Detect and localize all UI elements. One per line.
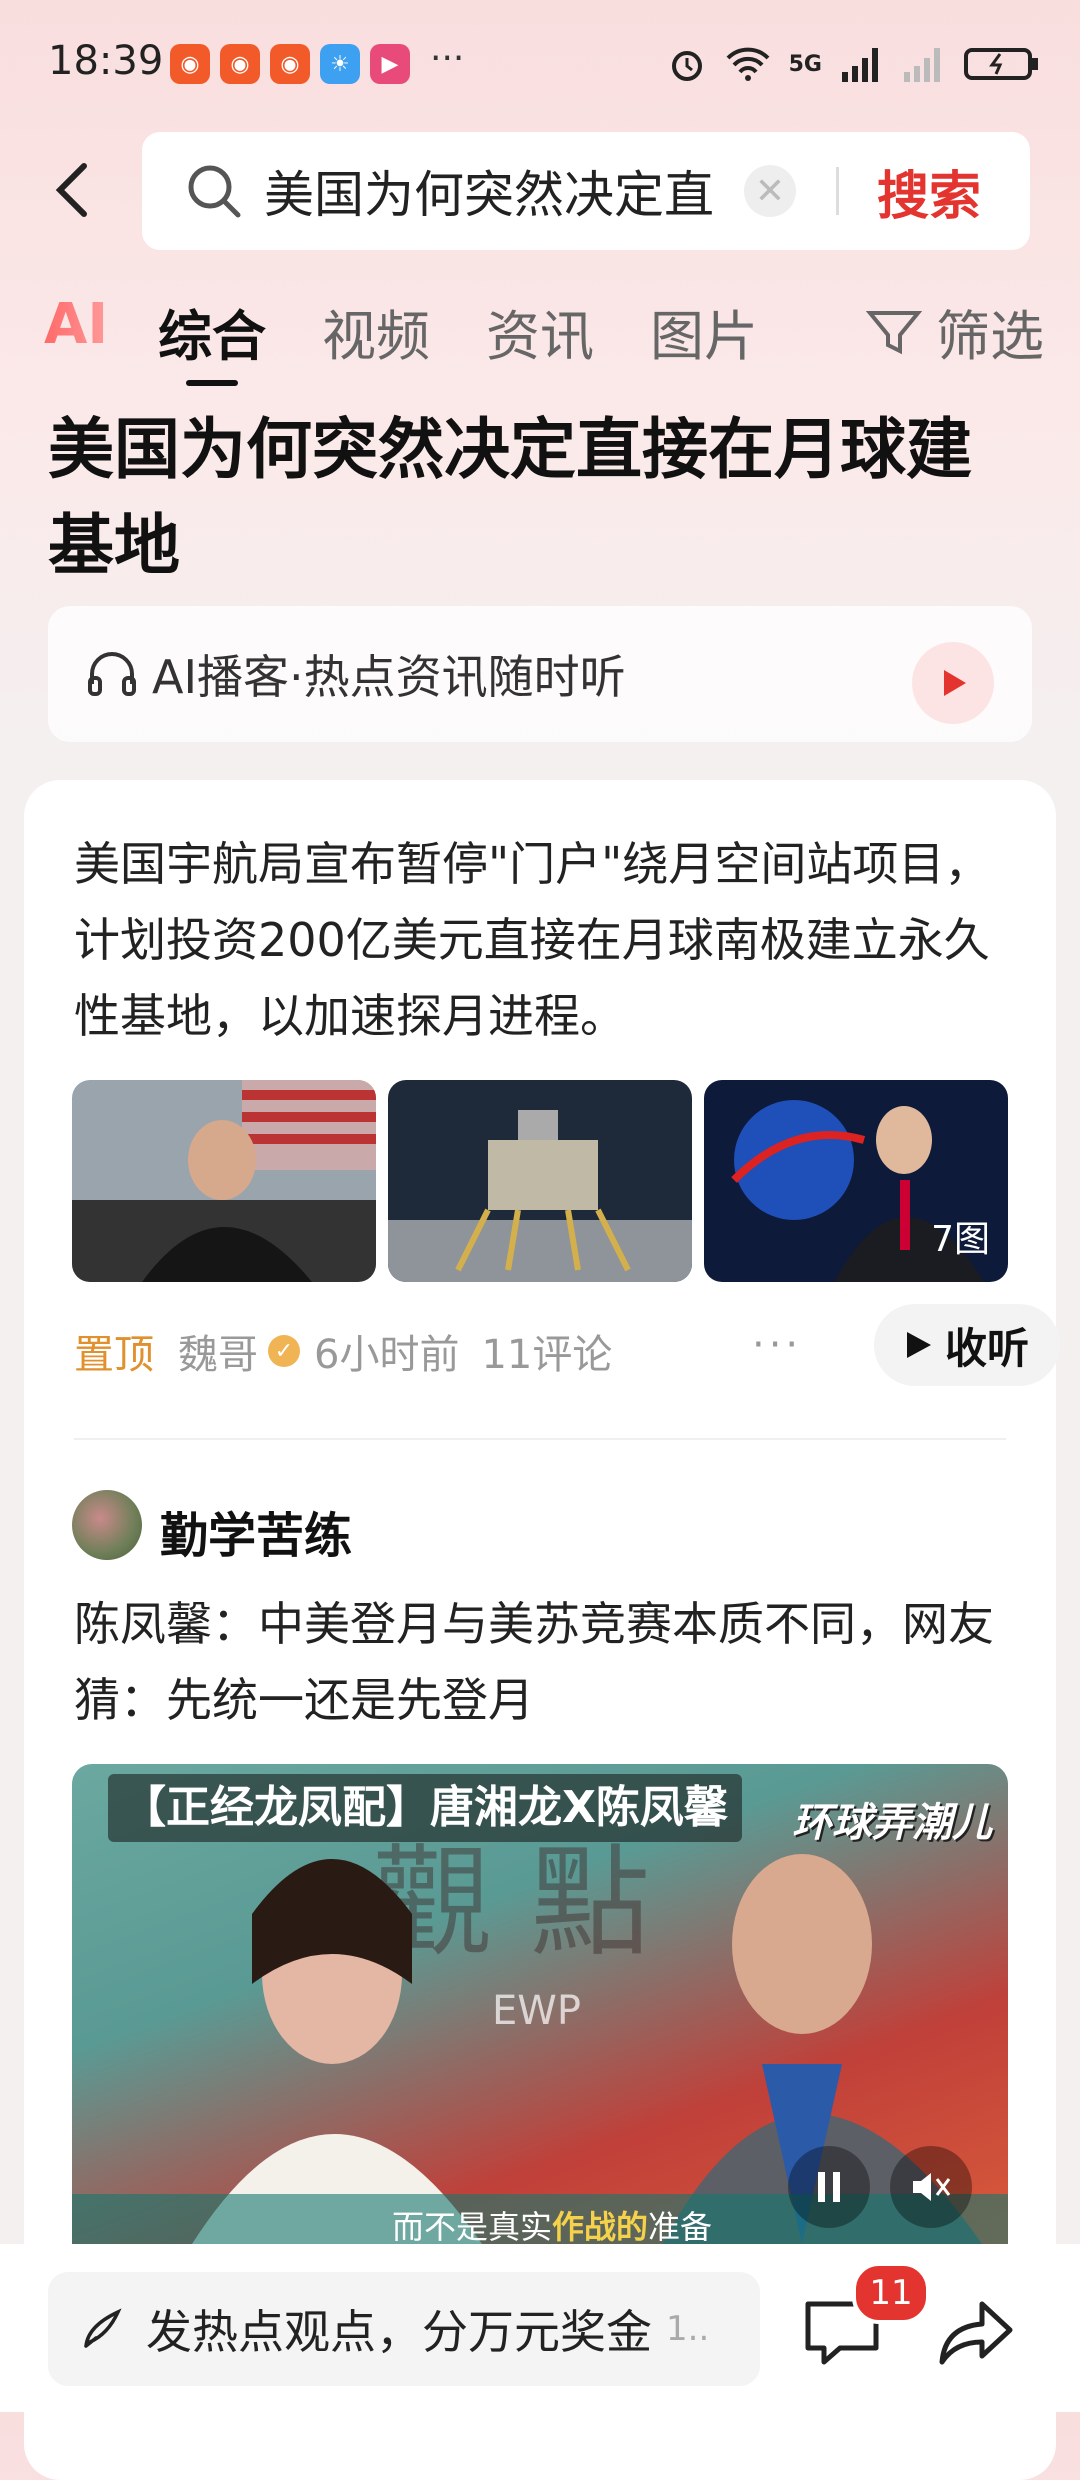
app-icon: ◉	[220, 44, 260, 84]
video-brand-logo: 环球弄潮儿	[792, 1800, 992, 1846]
article-image-2[interactable]	[388, 1080, 692, 1282]
publish-time: 6小时前	[314, 1332, 460, 1378]
svg-text:EWP: EWP	[492, 1988, 581, 2034]
avatar[interactable]	[72, 1490, 142, 1560]
comment-extra: 1..	[666, 2309, 710, 2349]
tab-images[interactable]: 图片	[650, 292, 758, 371]
alarm-icon	[671, 51, 702, 81]
wifi-icon	[726, 47, 770, 81]
battery-icon	[964, 48, 1038, 80]
divider	[74, 1438, 1006, 1440]
signal-icon	[842, 48, 878, 82]
status-app-icons: ◉ ◉ ◉ ☀ ▶	[170, 44, 410, 84]
tab-ai[interactable]: AI	[44, 292, 108, 357]
comment-count[interactable]: 11评论	[481, 1322, 612, 1380]
mute-icon	[913, 2173, 951, 2201]
comment-placeholder: 发热点观点，分万元奖金	[146, 2305, 652, 2359]
pen-icon	[84, 2308, 122, 2348]
search-bar[interactable]: 美国为何突然决定直 ✕ 搜索	[142, 132, 1030, 250]
signal-icon-2	[904, 48, 940, 82]
video-player[interactable]: 觀 點 EWP 【正经龙凤配】唐湘龙X陈凤馨 环球弄潮儿 而不是真实作战的准备	[72, 1764, 1008, 2244]
search-button[interactable]: 搜索	[877, 154, 981, 229]
filter-label: 筛选	[936, 305, 1044, 368]
video-app-icon: ▶	[370, 44, 410, 84]
pinned-label: 置顶	[74, 1332, 154, 1378]
podcast-play-button[interactable]	[912, 642, 994, 724]
divider	[836, 167, 839, 215]
play-icon	[906, 1332, 931, 1358]
listen-button[interactable]: 收听	[874, 1304, 1060, 1386]
clear-search-button[interactable]: ✕	[744, 165, 796, 217]
listen-label: 收听	[944, 1323, 1029, 1373]
image-count: 7图	[931, 1219, 990, 1260]
post-headline[interactable]: 陈凤馨：中美登月与美苏竞赛本质不同，网友猜：先统一还是先登月	[74, 1586, 1014, 1738]
article-image-3[interactable]: 7图	[704, 1080, 1008, 1282]
svg-text:觀 點: 觀 點	[372, 1834, 650, 1973]
weather-icon: ☀	[320, 44, 360, 84]
back-icon[interactable]	[46, 160, 106, 220]
status-more-icon: ···	[430, 38, 465, 79]
filter-icon	[866, 310, 922, 354]
article-summary[interactable]: 美国宇航局宣布暂停"门户"绕月空间站项目，计划投资200亿美元直接在月球南极建立…	[74, 826, 1014, 1054]
tab-comprehensive[interactable]: 综合	[158, 292, 266, 371]
pause-button[interactable]	[788, 2146, 870, 2228]
ai-podcast-banner[interactable]: AI播客·热点资讯随时听	[48, 606, 1032, 742]
tab-news[interactable]: 资讯	[486, 292, 594, 371]
tab-bar: AI 综合 视频 资讯 图片 筛选	[44, 292, 1044, 372]
mute-button[interactable]	[890, 2146, 972, 2228]
page-title: 美国为何突然决定直接在月球建基地	[48, 411, 972, 584]
tab-video[interactable]: 视频	[322, 292, 430, 371]
network-label: 5G	[788, 51, 822, 77]
search-icon	[188, 165, 241, 218]
headphones-icon	[88, 652, 136, 696]
more-options-icon[interactable]: ···	[752, 1322, 802, 1368]
app-icon: ◉	[170, 44, 210, 84]
comment-badge: 11	[852, 2262, 930, 2324]
video-title: 【正经龙凤配】唐湘龙X陈凤馨	[108, 1774, 742, 1842]
podcast-label: AI播客·热点资讯随时听	[152, 650, 626, 704]
article-meta: 置顶 魏哥 ✓ 6小时前 11评论	[74, 1316, 1004, 1386]
author-name[interactable]: 魏哥	[178, 1322, 258, 1380]
filter-button[interactable]: 筛选	[866, 292, 1044, 371]
verified-icon: ✓	[268, 1335, 300, 1367]
app-icon: ◉	[270, 44, 310, 84]
post-author[interactable]: 勤学苦练	[160, 1496, 352, 1566]
article-image-1[interactable]	[72, 1080, 376, 1282]
status-right-icons: 5G	[667, 44, 1040, 84]
share-icon[interactable]	[934, 2290, 1018, 2374]
pause-icon	[818, 2172, 840, 2202]
status-time: 18:39	[48, 38, 164, 84]
comment-input[interactable]: 发热点观点，分万元奖金 1..	[48, 2272, 760, 2386]
video-subtitle: 而不是真实作战的准备	[392, 2208, 713, 2244]
active-tab-indicator	[186, 380, 238, 386]
search-input[interactable]: 美国为何突然决定直	[264, 155, 734, 227]
play-icon	[944, 670, 966, 696]
